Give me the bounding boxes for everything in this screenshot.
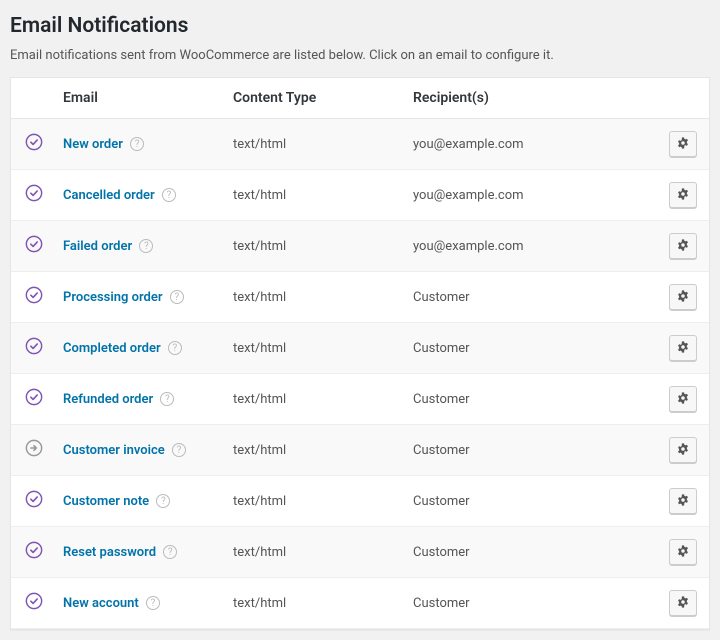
table-row: Failed order ? text/html you@example.com: [11, 221, 709, 272]
table-row: New order ? text/html you@example.com: [11, 119, 709, 170]
email-name-link[interactable]: Cancelled order: [63, 188, 155, 203]
content-type-cell: text/html: [225, 170, 405, 221]
help-icon[interactable]: ?: [146, 596, 160, 610]
gear-icon: [676, 136, 690, 153]
gear-icon: [676, 544, 690, 561]
email-name-link[interactable]: New order: [63, 137, 123, 152]
content-type-cell: text/html: [225, 578, 405, 629]
content-type-cell: text/html: [225, 119, 405, 170]
configure-button[interactable]: [669, 182, 697, 208]
gear-icon: [676, 340, 690, 357]
help-icon[interactable]: ?: [139, 239, 153, 253]
col-header-action: [653, 78, 709, 119]
configure-button[interactable]: [669, 488, 697, 514]
status-enabled-icon: [25, 184, 43, 202]
gear-icon: [676, 493, 690, 510]
recipients-cell: you@example.com: [405, 221, 653, 272]
col-header-recipients: Recipient(s): [405, 78, 653, 119]
table-row: Refunded order ? text/html Customer: [11, 374, 709, 425]
gear-icon: [676, 289, 690, 306]
help-icon[interactable]: ?: [162, 188, 176, 202]
help-icon[interactable]: ?: [130, 137, 144, 151]
content-type-cell: text/html: [225, 323, 405, 374]
email-name-link[interactable]: New account: [63, 596, 139, 611]
status-enabled-icon: [25, 388, 43, 406]
recipients-cell: Customer: [405, 425, 653, 476]
help-icon[interactable]: ?: [168, 341, 182, 355]
table-row: New account ? text/html Customer: [11, 578, 709, 629]
configure-button[interactable]: [669, 233, 697, 259]
recipients-cell: you@example.com: [405, 119, 653, 170]
email-name-link[interactable]: Completed order: [63, 341, 161, 356]
configure-button[interactable]: [669, 335, 697, 361]
col-header-email: Email: [55, 78, 225, 119]
gear-icon: [676, 442, 690, 459]
table-row: Processing order ? text/html Customer: [11, 272, 709, 323]
help-icon[interactable]: ?: [170, 290, 184, 304]
email-name-link[interactable]: Processing order: [63, 290, 163, 305]
table-row: Reset password ? text/html Customer: [11, 527, 709, 578]
help-icon[interactable]: ?: [172, 443, 186, 457]
col-header-content-type: Content Type: [225, 78, 405, 119]
gear-icon: [676, 238, 690, 255]
configure-button[interactable]: [669, 386, 697, 412]
configure-button[interactable]: [669, 437, 697, 463]
status-enabled-icon: [25, 592, 43, 610]
table-row: Completed order ? text/html Customer: [11, 323, 709, 374]
email-name-link[interactable]: Failed order: [63, 239, 132, 254]
email-name-link[interactable]: Customer invoice: [63, 443, 165, 458]
table-row: Customer note ? text/html Customer: [11, 476, 709, 527]
content-type-cell: text/html: [225, 272, 405, 323]
recipients-cell: Customer: [405, 527, 653, 578]
col-header-status: [11, 78, 55, 119]
recipients-cell: Customer: [405, 476, 653, 527]
gear-icon: [676, 187, 690, 204]
configure-button[interactable]: [669, 590, 697, 616]
configure-button[interactable]: [669, 539, 697, 565]
page-description: Email notifications sent from WooCommerc…: [10, 48, 710, 63]
status-enabled-icon: [25, 490, 43, 508]
recipients-cell: Customer: [405, 374, 653, 425]
configure-button[interactable]: [669, 284, 697, 310]
email-name-link[interactable]: Customer note: [63, 494, 149, 509]
help-icon[interactable]: ?: [160, 392, 174, 406]
status-enabled-icon: [25, 133, 43, 151]
table-row: Cancelled order ? text/html you@example.…: [11, 170, 709, 221]
help-icon[interactable]: ?: [163, 545, 177, 559]
content-type-cell: text/html: [225, 374, 405, 425]
status-enabled-icon: [25, 337, 43, 355]
email-name-link[interactable]: Refunded order: [63, 392, 153, 407]
table-row: Customer invoice ? text/html Customer: [11, 425, 709, 476]
recipients-cell: Customer: [405, 578, 653, 629]
status-enabled-icon: [25, 286, 43, 304]
help-icon[interactable]: ?: [156, 494, 170, 508]
status-enabled-icon: [25, 235, 43, 253]
gear-icon: [676, 391, 690, 408]
email-notifications-table: Email Content Type Recipient(s) New orde…: [10, 77, 710, 630]
content-type-cell: text/html: [225, 425, 405, 476]
status-enabled-icon: [25, 541, 43, 559]
recipients-cell: you@example.com: [405, 170, 653, 221]
content-type-cell: text/html: [225, 476, 405, 527]
content-type-cell: text/html: [225, 221, 405, 272]
page-title: Email Notifications: [10, 14, 710, 38]
recipients-cell: Customer: [405, 272, 653, 323]
email-name-link[interactable]: Reset password: [63, 545, 156, 560]
recipients-cell: Customer: [405, 323, 653, 374]
gear-icon: [676, 595, 690, 612]
content-type-cell: text/html: [225, 527, 405, 578]
configure-button[interactable]: [669, 131, 697, 157]
status-manual-icon: [25, 439, 43, 457]
